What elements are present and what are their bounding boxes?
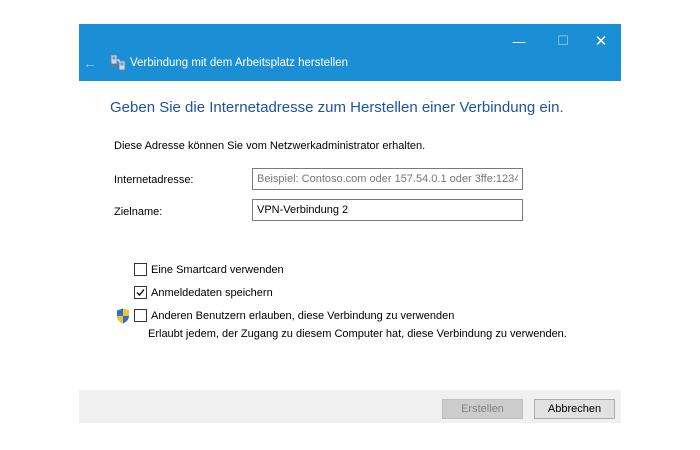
internet-address-input[interactable] [252, 168, 523, 190]
allow-other-users-description: Erlaubt jedem, der Zugang zu diesem Comp… [148, 328, 567, 340]
back-arrow-icon[interactable]: ← [83, 55, 97, 71]
save-credentials-label: Anmeldedaten speichern [151, 286, 273, 299]
close-button[interactable]: ✕ [582, 28, 620, 54]
save-credentials-checkbox[interactable] [134, 286, 147, 299]
page-description: Diese Adresse können Sie vom Netzwerkadm… [114, 140, 426, 152]
allow-other-users-checkbox[interactable] [134, 309, 147, 322]
internet-address-label: Internetadresse: [114, 174, 194, 186]
use-smartcard-option[interactable]: Eine Smartcard verwenden [134, 263, 284, 276]
allow-other-users-option[interactable]: Anderen Benutzern erlauben, diese Verbin… [134, 309, 454, 322]
maximize-button[interactable]: ☐ [544, 28, 582, 54]
title-bar: — ☐ ✕ ← Verbindung mit dem Arbeitsplatz … [79, 24, 621, 81]
cancel-button[interactable]: Abbrechen [534, 399, 615, 419]
dialog-footer: Erstellen Abbrechen [79, 390, 621, 423]
use-smartcard-checkbox[interactable] [134, 263, 147, 276]
destination-name-input[interactable] [252, 199, 523, 221]
allow-other-users-label: Anderen Benutzern erlauben, diese Verbin… [151, 309, 455, 322]
vpn-connection-dialog: — ☐ ✕ ← Verbindung mit dem Arbeitsplatz … [79, 24, 621, 423]
create-button[interactable]: Erstellen [442, 399, 523, 419]
destination-name-label: Zielname: [114, 206, 163, 218]
use-smartcard-label: Eine Smartcard verwenden [151, 263, 284, 276]
checkmark-icon [136, 289, 145, 296]
minimize-button[interactable]: — [500, 28, 538, 54]
window-title: Verbindung mit dem Arbeitsplatz herstell… [130, 57, 348, 69]
save-credentials-option[interactable]: Anmeldedaten speichern [134, 286, 273, 299]
page-heading: Geben Sie die Internetadresse zum Herste… [110, 99, 564, 116]
network-connection-icon [110, 54, 126, 71]
uac-shield-icon [117, 308, 129, 324]
